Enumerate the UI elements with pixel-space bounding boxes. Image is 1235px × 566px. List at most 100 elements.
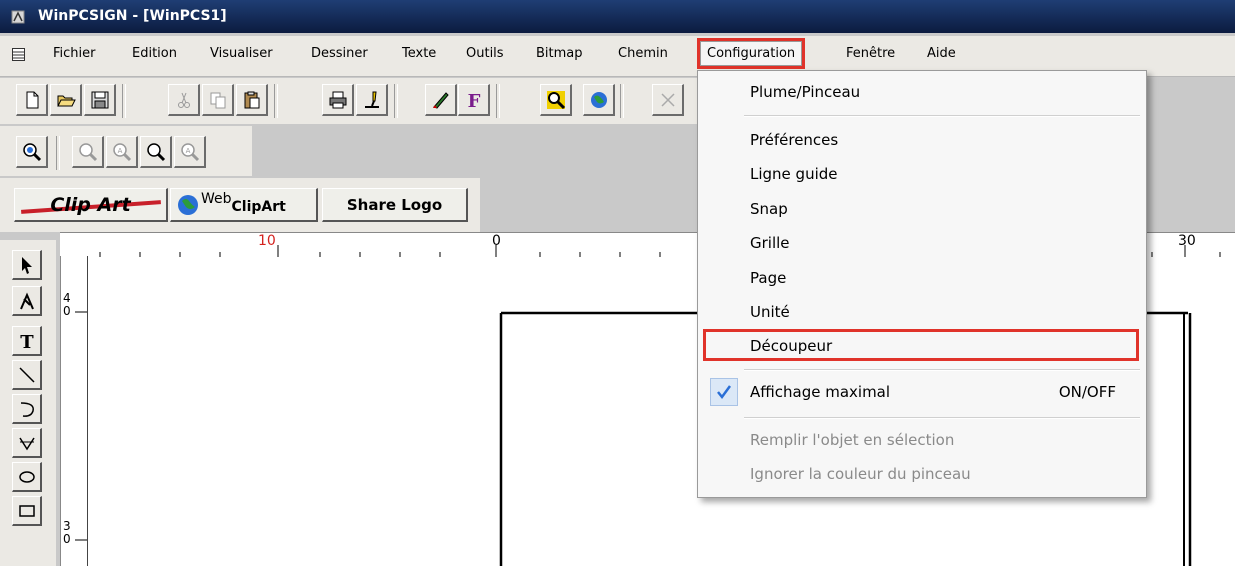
zoom-all-icon (78, 142, 97, 161)
search-button[interactable] (540, 84, 572, 116)
arc-icon (20, 401, 34, 417)
web-clip-art-button[interactable]: Web ClipArt (170, 188, 318, 222)
menu-item-label: Affichage maximal (750, 383, 891, 401)
scissors-icon (177, 92, 190, 108)
toolbar-separator (122, 84, 126, 118)
menu-separator (744, 417, 1140, 419)
zoom-in-button[interactable] (16, 136, 48, 168)
font-button[interactable]: F (458, 84, 490, 116)
menu-dessiner[interactable]: Dessiner (311, 46, 368, 61)
menu-item-affichage-maximal[interactable]: Affichage maximal ON/OFF (698, 375, 1146, 409)
menu-edition[interactable]: Edition (132, 46, 177, 61)
ruler-label: 10 (258, 233, 276, 249)
toolbar-separator (620, 84, 624, 118)
ellipse-tool-button[interactable] (12, 462, 42, 492)
menu-item-label: Plume/Pinceau (750, 83, 861, 101)
cutter-knife-icon (432, 91, 449, 109)
clip-art-button[interactable]: Clip Art (14, 188, 168, 222)
menu-item-label: Préférences (750, 131, 839, 149)
zoom-selection-button[interactable] (140, 136, 172, 168)
menu-visualiser[interactable]: Visualiser (210, 46, 273, 61)
configuration-dropdown: Plume/Pinceau Préférences Ligne guide Sn… (697, 70, 1147, 498)
clip-art-label: Clip Art (50, 193, 131, 216)
open-file-button[interactable] (50, 84, 82, 116)
internet-button[interactable] (583, 84, 615, 116)
select-tool-button[interactable] (12, 250, 42, 280)
arc-tool-button[interactable] (12, 394, 42, 424)
menu-item-remplir-objet: Remplir l'objet en sélection (698, 423, 1146, 457)
copy-icon (210, 92, 225, 108)
new-file-button[interactable] (16, 84, 48, 116)
menu-item-preferences[interactable]: Préférences (698, 123, 1146, 157)
zoom-all-button[interactable] (72, 136, 104, 168)
svg-text:A: A (185, 147, 190, 155)
decoupeur-highlight-box (703, 329, 1139, 361)
toolbar-separator (496, 84, 500, 118)
line-icon (18, 366, 35, 383)
menu-item-grille[interactable]: Grille (698, 226, 1146, 260)
menu-item-label: Remplir l'objet en sélection (750, 431, 955, 449)
menu-texte[interactable]: Texte (402, 46, 436, 61)
svg-text:T: T (20, 332, 34, 351)
plot-cutter-button[interactable] (356, 84, 388, 116)
menu-fenetre[interactable]: Fenêtre (846, 46, 895, 61)
menu-item-label: Ligne guide (750, 165, 838, 183)
arrow-pointer-icon (21, 256, 32, 274)
zoom-previous-button[interactable]: A (174, 136, 206, 168)
text-tool-button[interactable]: T (12, 326, 42, 356)
menu-aide[interactable]: Aide (927, 46, 956, 61)
line-tool-button[interactable] (12, 360, 42, 390)
menu-outils[interactable]: Outils (466, 46, 504, 61)
bezier-tool-button[interactable] (12, 428, 42, 458)
clipboard-icon (244, 91, 259, 108)
ruler-label: 0 (492, 233, 501, 249)
main-toolbar: F (0, 78, 700, 124)
printer-icon (329, 91, 346, 108)
web-clip-art-clip-label: ClipArt (231, 198, 286, 215)
knife-tool-button[interactable] (425, 84, 457, 116)
print-button[interactable] (322, 84, 354, 116)
vertical-ruler: 4 0 3 0 (60, 256, 88, 566)
cut-button[interactable] (168, 84, 200, 116)
text-t-icon: T (20, 332, 34, 351)
close-x-icon (660, 92, 675, 107)
save-button[interactable] (84, 84, 116, 116)
menu-bitmap[interactable]: Bitmap (536, 46, 583, 61)
title-bar: WinPCSIGN - [WinPCS1] (0, 0, 1235, 33)
node-edit-tool-button[interactable] (12, 286, 42, 316)
menu-fichier[interactable]: Fichier (53, 46, 96, 61)
menu-item-shortcut: ON/OFF (1058, 383, 1116, 401)
svg-text:A: A (117, 147, 122, 155)
clipart-toolbar: Clip Art Web ClipArt Share Logo (0, 178, 480, 232)
menu-separator (744, 369, 1140, 371)
delete-button[interactable] (652, 84, 684, 116)
document-menu-icon[interactable] (12, 48, 25, 61)
zoom-page-button[interactable]: A (106, 136, 138, 168)
menu-chemin[interactable]: Chemin (618, 46, 668, 61)
share-logo-button[interactable]: Share Logo (322, 188, 468, 222)
new-file-icon (26, 91, 38, 108)
zoom-page-icon: A (112, 142, 131, 161)
zoom-toolbar: A A (0, 126, 252, 176)
tool-palette: T (0, 240, 56, 566)
rectangle-tool-button[interactable] (12, 496, 42, 526)
globe-icon (178, 194, 198, 215)
magnifier-icon (546, 90, 565, 109)
menu-separator (744, 115, 1140, 117)
paste-button[interactable] (236, 84, 268, 116)
toolbar-separator (394, 84, 398, 118)
zoom-magnifier-icon (22, 142, 41, 161)
menu-item-ligne-guide[interactable]: Ligne guide (698, 157, 1146, 191)
toolbar-separator (274, 84, 278, 118)
menu-item-page[interactable]: Page (698, 261, 1146, 295)
menu-item-label: Unité (750, 303, 790, 321)
menu-configuration[interactable]: Configuration (696, 38, 806, 69)
menu-item-plume-pinceau[interactable]: Plume/Pinceau (698, 75, 1146, 109)
copy-button[interactable] (202, 84, 234, 116)
menu-item-unite[interactable]: Unité (698, 295, 1146, 329)
checkmark-icon (717, 385, 732, 400)
zoom-previous-icon: A (180, 142, 199, 161)
menu-item-snap[interactable]: Snap (698, 192, 1146, 226)
bezier-icon (18, 437, 35, 450)
globe-icon (590, 91, 607, 108)
